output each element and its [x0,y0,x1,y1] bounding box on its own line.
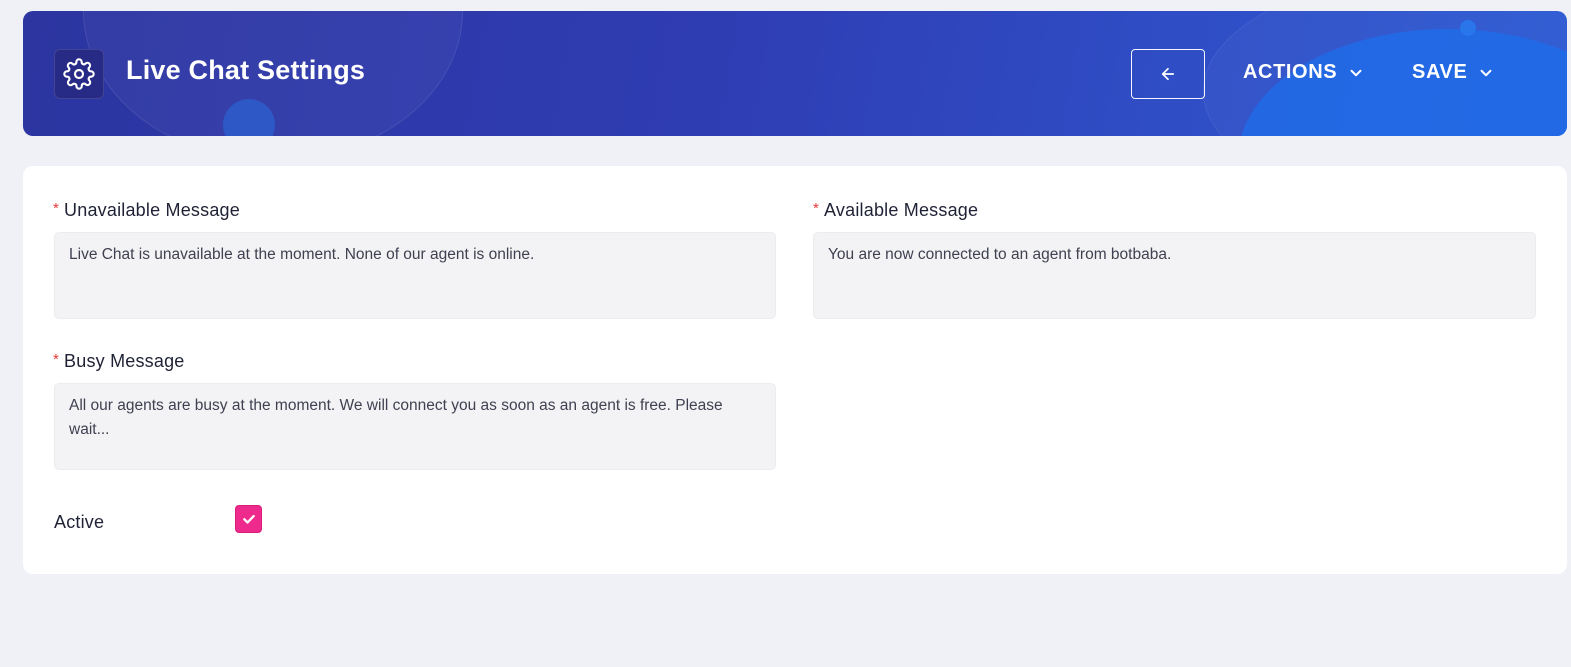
actions-dropdown-button[interactable]: ACTIONS [1243,61,1365,84]
back-button[interactable] [1131,49,1205,99]
settings-form-card: * Unavailable Message Live Chat is unavai… [23,166,1567,574]
save-label: SAVE [1412,61,1468,83]
active-label: Active [54,512,105,532]
required-marker: * [53,200,60,217]
busy-message-label-text: Busy Message [64,351,185,371]
unavailable-message-label-text: Unavailable Message [64,200,240,220]
unavailable-message-textarea[interactable]: Live Chat is unavailable at the moment. … [54,232,776,319]
active-checkbox[interactable] [235,505,262,533]
page-title: Live Chat Settings [126,55,366,85]
available-message-label-text: Available Message [824,200,979,220]
required-marker: * [53,351,60,368]
chevron-down-icon [1350,69,1362,76]
header-decoration [1460,20,1476,36]
available-message-label: * Available Message [813,200,978,221]
gear-icon [63,58,95,90]
unavailable-message-label: * Unavailable Message [53,200,240,221]
available-message-textarea[interactable]: You are now connected to an agent from b… [813,232,1536,319]
page-header: Live Chat Settings ACTIONS SAVE [23,11,1567,136]
save-dropdown-button[interactable]: SAVE [1412,61,1495,84]
busy-message-label: * Busy Message [53,351,185,372]
page: Live Chat Settings ACTIONS SAVE * Unavail… [0,0,1571,667]
actions-label: ACTIONS [1243,61,1338,83]
check-icon [242,514,255,524]
arrow-left-icon [1161,67,1175,81]
chevron-down-icon [1480,69,1492,76]
busy-message-textarea[interactable]: All our agents are busy at the moment. W… [54,383,776,470]
settings-badge [54,49,104,99]
required-marker: * [813,200,820,217]
